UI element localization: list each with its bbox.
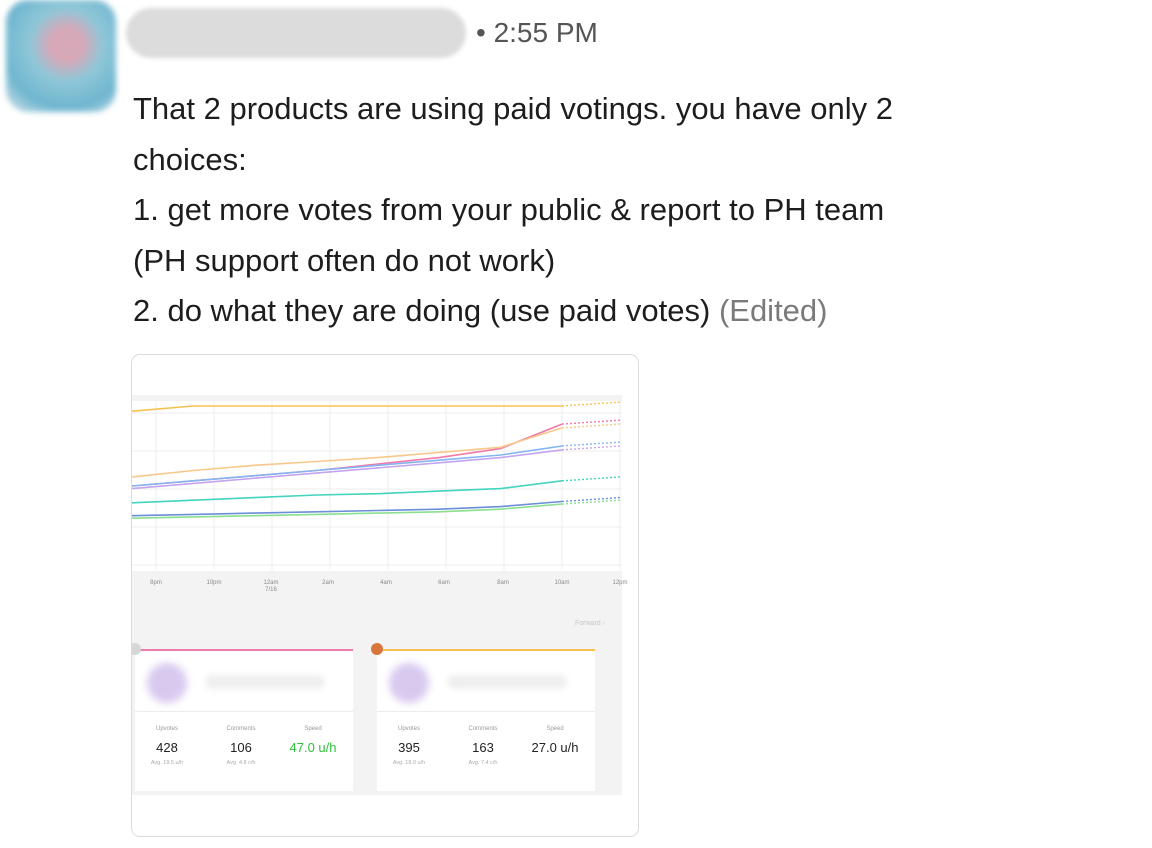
stat-average: Avg. 18.0 u/h xyxy=(392,760,426,766)
stat-value: 106 xyxy=(230,740,252,755)
forward-link[interactable]: Forward › xyxy=(575,620,605,627)
x-tick-label: 6am xyxy=(438,580,450,586)
stat-label: Comments xyxy=(468,726,498,732)
screenshot-image: 8pm 10pm 12am 7/16 2am 4am 6am 8am 10am 1… xyxy=(132,395,628,795)
message-line: 1. get more votes from your public & rep… xyxy=(133,192,885,227)
x-tick-label: 12am 7/16 xyxy=(246,580,296,594)
product-name-blurred xyxy=(205,675,325,689)
comments-stat: Comments 106 Avg. 4.8 c/h xyxy=(209,725,273,767)
stat-average: Avg. 19.5 u/h xyxy=(150,760,184,766)
x-tick-label: 8am xyxy=(497,580,509,586)
stat-label: Upvotes xyxy=(155,726,178,732)
x-tick-label: 8pm xyxy=(150,580,162,586)
stat-label: Comments xyxy=(226,726,256,732)
product-panel[interactable]: Upvotes 395 Avg. 18.0 u/h Comments 163 A… xyxy=(371,643,595,791)
stat-label: Speed xyxy=(304,726,322,732)
stat-average: Avg. 7.4 c/h xyxy=(468,760,498,766)
panel-accent-line xyxy=(135,649,353,651)
product-logo-blurred xyxy=(147,663,187,703)
avatar[interactable] xyxy=(6,0,116,112)
stat-value: 428 xyxy=(156,740,178,755)
sender-name-blurred[interactable] xyxy=(126,8,466,58)
stat-average: Avg. 4.8 c/h xyxy=(226,760,256,766)
stat-value: 27.0 u/h xyxy=(531,740,579,755)
panel-divider xyxy=(377,711,595,712)
x-tick-text: 12am xyxy=(263,580,279,586)
rank-badge xyxy=(132,643,141,655)
product-logo-blurred xyxy=(389,663,429,703)
message-line: That 2 products are using paid votings. … xyxy=(133,91,893,126)
x-subtick-text: 7/16 xyxy=(265,587,277,593)
message-body: That 2 products are using paid votings. … xyxy=(133,84,1133,337)
speed-stat: Speed 47.0 u/h xyxy=(281,725,345,757)
rank-badge xyxy=(371,643,383,655)
image-attachment[interactable]: 8pm 10pm 12am 7/16 2am 4am 6am 8am 10am 1… xyxy=(131,354,639,837)
x-tick-label: 10am xyxy=(554,580,570,586)
stat-value: 395 xyxy=(398,740,420,755)
product-panel[interactable]: Upvotes 428 Avg. 19.5 u/h Comments 106 A… xyxy=(132,643,353,791)
panel-divider xyxy=(135,711,353,712)
x-tick-label: 10pm xyxy=(206,580,222,586)
plot-background xyxy=(132,401,622,571)
speed-stat: Speed 27.0 u/h xyxy=(523,725,587,757)
x-tick-label: 2am xyxy=(322,580,334,586)
message-line: 2. do what they are doing (use paid vote… xyxy=(133,286,1133,337)
edited-label: (Edited) xyxy=(718,293,828,328)
upvotes-stat: Upvotes 428 Avg. 19.5 u/h xyxy=(135,725,199,767)
x-tick-label: 12pm xyxy=(612,580,628,586)
message-line-text: 2. do what they are doing (use paid vote… xyxy=(133,293,711,328)
x-tick-label: 4am xyxy=(380,580,392,586)
stat-value: 163 xyxy=(472,740,494,755)
upvotes-stat: Upvotes 395 Avg. 18.0 u/h xyxy=(377,725,441,767)
panel-accent-line xyxy=(377,649,595,651)
product-name-blurred xyxy=(447,675,567,689)
stat-label: Speed xyxy=(546,726,564,732)
comments-stat: Comments 163 Avg. 7.4 c/h xyxy=(451,725,515,767)
stat-value: 47.0 u/h xyxy=(289,740,337,755)
message-line: choices: xyxy=(133,141,247,177)
stat-label: Upvotes xyxy=(397,726,420,732)
message-line: (PH support often do not work) xyxy=(133,242,556,278)
message-timestamp: • 2:55 PM xyxy=(476,17,598,48)
line-chart xyxy=(132,401,622,571)
